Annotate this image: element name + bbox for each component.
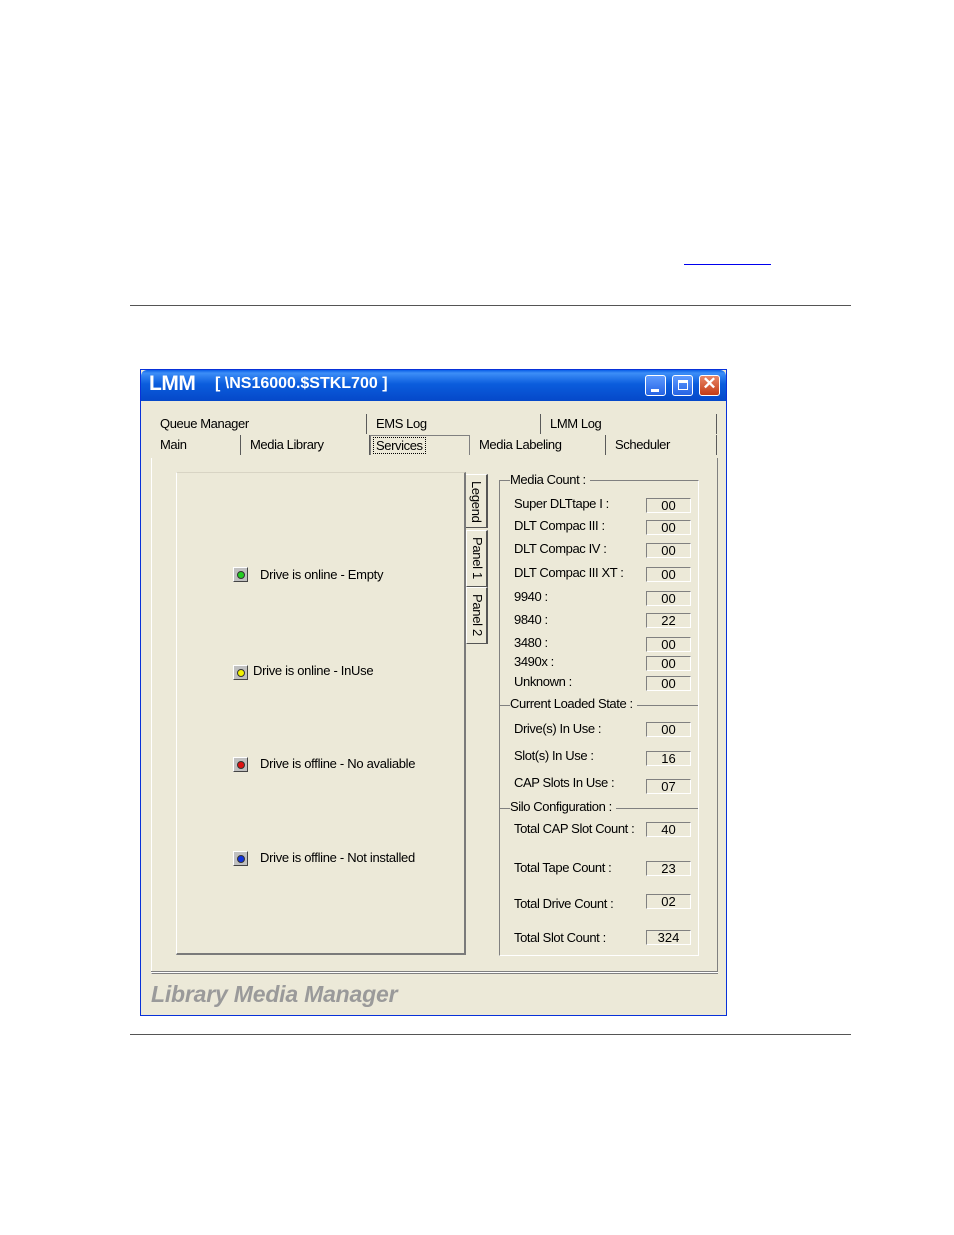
- led-yellow-icon: [233, 665, 248, 680]
- side-tab-panel-2[interactable]: Panel 2: [466, 587, 488, 644]
- window-path: [ \NS16000.$STKL700 ]: [215, 375, 388, 392]
- stat-label: Super DLTtape I :: [514, 496, 609, 511]
- side-tab-panel-1[interactable]: Panel 1: [466, 530, 488, 587]
- stat-label: Total Drive Count :: [514, 896, 614, 911]
- title-bar[interactable]: LMM [ \NS16000.$STKL700 ] ✕: [141, 370, 726, 401]
- tab-scheduler[interactable]: Scheduler: [606, 435, 717, 455]
- stat-label: Drive(s) In Use :: [514, 721, 602, 736]
- stat-label: 9840 :: [514, 612, 548, 627]
- stat-value: 00: [646, 676, 691, 691]
- stat-value: 00: [646, 543, 691, 558]
- stat-label: Slot(s) In Use :: [514, 748, 594, 763]
- tab-row-1: Queue Manager EMS Log LMM Log: [151, 414, 718, 434]
- media-count-header: Media Count :: [510, 472, 590, 487]
- lmm-window: LMM [ \NS16000.$STKL700 ] ✕ Queue Manage…: [140, 369, 727, 1016]
- led-red-icon: [233, 757, 248, 772]
- stat-value: 00: [646, 567, 691, 582]
- stat-label: DLT Compac III :: [514, 518, 605, 533]
- stat-value: 00: [646, 637, 691, 652]
- hyperlink-underline[interactable]: [684, 264, 771, 265]
- statistics-panel: Media Count : Super DLTtape I : 00 DLT C…: [499, 472, 699, 956]
- stat-value: 16: [646, 751, 691, 766]
- stat-value: 00: [646, 520, 691, 535]
- close-button[interactable]: ✕: [699, 374, 720, 396]
- stat-value: 02: [646, 894, 691, 909]
- tab-main[interactable]: Main: [151, 435, 241, 455]
- minimize-button[interactable]: [645, 375, 666, 396]
- stat-label: CAP Slots In Use :: [514, 775, 615, 790]
- stat-label: 3490x :: [514, 654, 554, 669]
- stat-label: Total CAP Slot Count :: [514, 821, 635, 836]
- status-divider: [151, 971, 718, 973]
- top-divider: [130, 305, 851, 306]
- led-blue-icon: [233, 851, 248, 866]
- bottom-divider: [130, 1034, 851, 1035]
- stat-label: Total Slot Count :: [514, 930, 606, 945]
- stat-label: DLT Compac IV :: [514, 541, 607, 556]
- stat-label: DLT Compac III XT :: [514, 565, 624, 580]
- stat-value: 07: [646, 779, 691, 794]
- tab-queue-manager[interactable]: Queue Manager: [151, 414, 367, 434]
- tab-ems-log[interactable]: EMS Log: [367, 414, 541, 434]
- stat-value: 40: [646, 822, 691, 837]
- tab-media-labeling[interactable]: Media Labeling: [470, 435, 606, 455]
- tab-services[interactable]: Services: [370, 435, 470, 455]
- stat-value: 00: [646, 656, 691, 671]
- minimize-icon: [651, 389, 659, 392]
- stat-label: 9940 :: [514, 589, 548, 604]
- stat-label: Total Tape Count :: [514, 860, 612, 875]
- stat-value: 23: [646, 861, 691, 876]
- tab-lmm-log[interactable]: LMM Log: [541, 414, 717, 434]
- maximize-icon: [678, 380, 688, 390]
- stat-value: 00: [646, 498, 691, 513]
- close-icon: ✕: [702, 374, 717, 393]
- maximize-button[interactable]: [672, 375, 693, 396]
- stat-label: 3480 :: [514, 635, 548, 650]
- stat-value: 324: [646, 930, 691, 945]
- stat-value: 00: [646, 591, 691, 606]
- side-tab-legend[interactable]: Legend: [466, 474, 488, 528]
- stat-value: 00: [646, 722, 691, 737]
- legend-panel: Drive is online - Empty Drive is online …: [176, 472, 466, 955]
- stat-label: Unknown :: [514, 674, 572, 689]
- stat-value: 22: [646, 613, 691, 628]
- loaded-state-header: Current Loaded State :: [510, 696, 637, 711]
- tab-row-2: Main Media Library Services Media Labeli…: [151, 435, 718, 455]
- app-name: LMM: [149, 372, 196, 395]
- footer-brand: Library Media Manager: [151, 981, 398, 1007]
- led-green-icon: [233, 567, 248, 582]
- tab-media-library[interactable]: Media Library: [241, 435, 370, 455]
- silo-config-header: Silo Configuration :: [510, 799, 616, 814]
